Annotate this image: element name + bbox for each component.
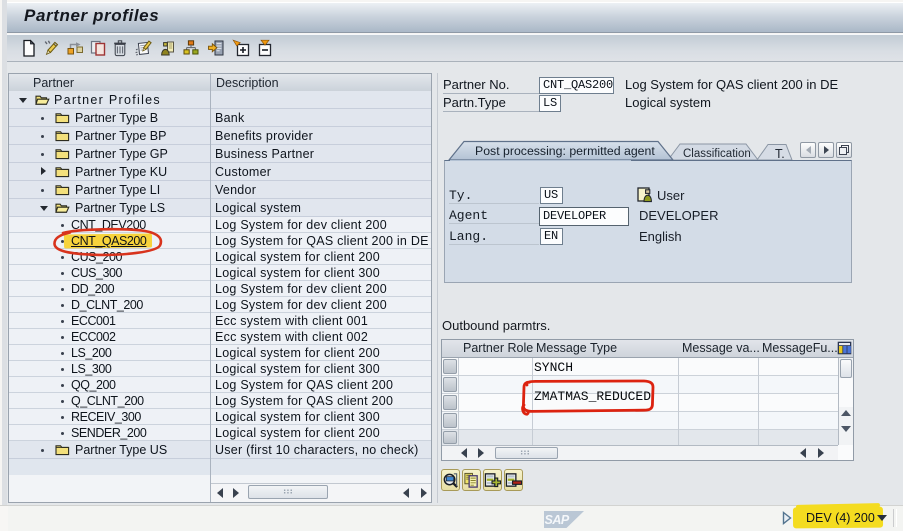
- svg-text:SAP: SAP: [545, 513, 570, 527]
